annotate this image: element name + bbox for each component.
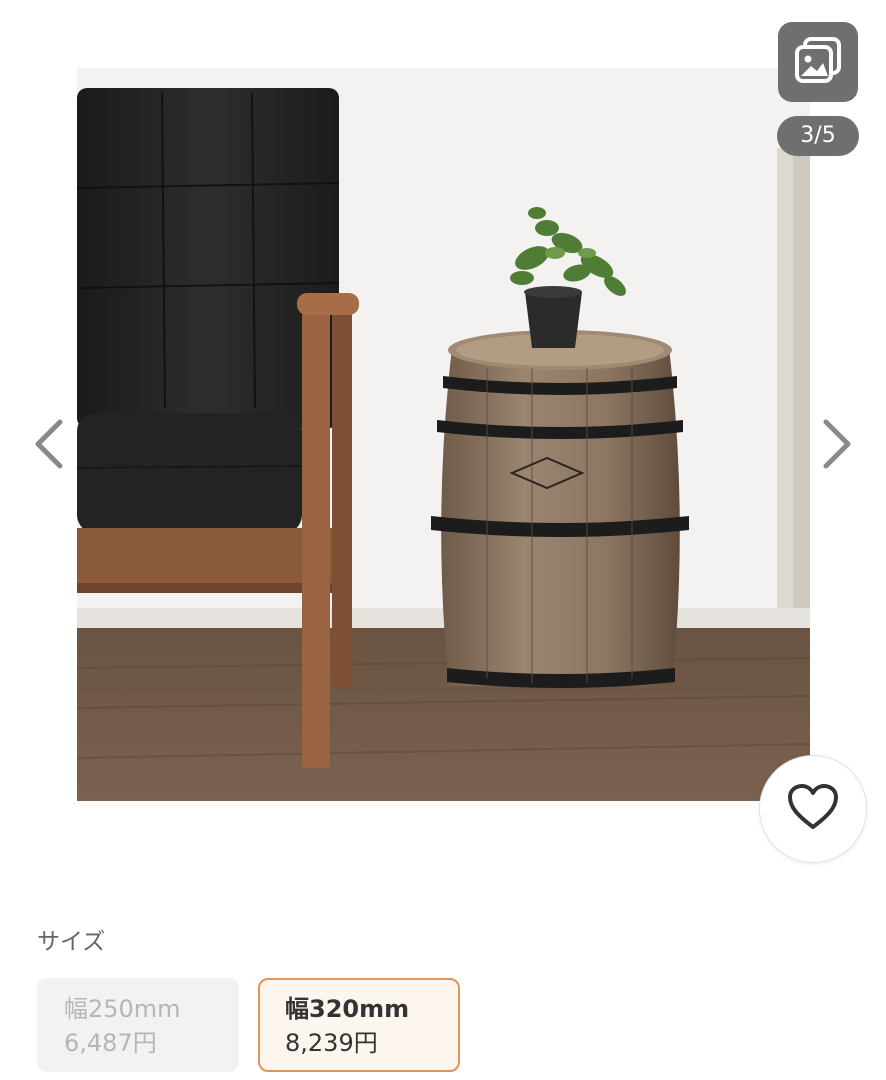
image-gallery-icon — [791, 33, 845, 91]
previous-image-button[interactable] — [26, 412, 72, 476]
size-option-name: 幅250mm — [64, 995, 181, 1023]
size-option-price: 8,239円 — [285, 1029, 378, 1057]
favorite-button[interactable] — [759, 755, 867, 863]
image-counter: 3/5 — [777, 116, 859, 156]
size-label: サイズ — [37, 929, 106, 955]
chevron-right-icon — [814, 419, 860, 480]
size-option-250mm[interactable]: 幅250mm 6,487円 — [37, 978, 239, 1072]
size-option-price: 6,487円 — [64, 1029, 157, 1057]
product-image-gallery: 3/5 — [0, 0, 886, 880]
chevron-left-icon — [26, 419, 72, 480]
heart-outline-icon — [785, 782, 841, 836]
size-option-name: 幅320mm — [285, 995, 410, 1023]
size-selector: サイズ 幅250mm 6,487円 幅320mm 8,239円 — [37, 924, 460, 1072]
size-options: 幅250mm 6,487円 幅320mm 8,239円 — [37, 978, 460, 1072]
image-gallery-button[interactable] — [778, 22, 858, 102]
product-photo[interactable] — [77, 68, 810, 801]
size-option-320mm[interactable]: 幅320mm 8,239円 — [258, 978, 460, 1072]
next-image-button[interactable] — [814, 412, 860, 476]
